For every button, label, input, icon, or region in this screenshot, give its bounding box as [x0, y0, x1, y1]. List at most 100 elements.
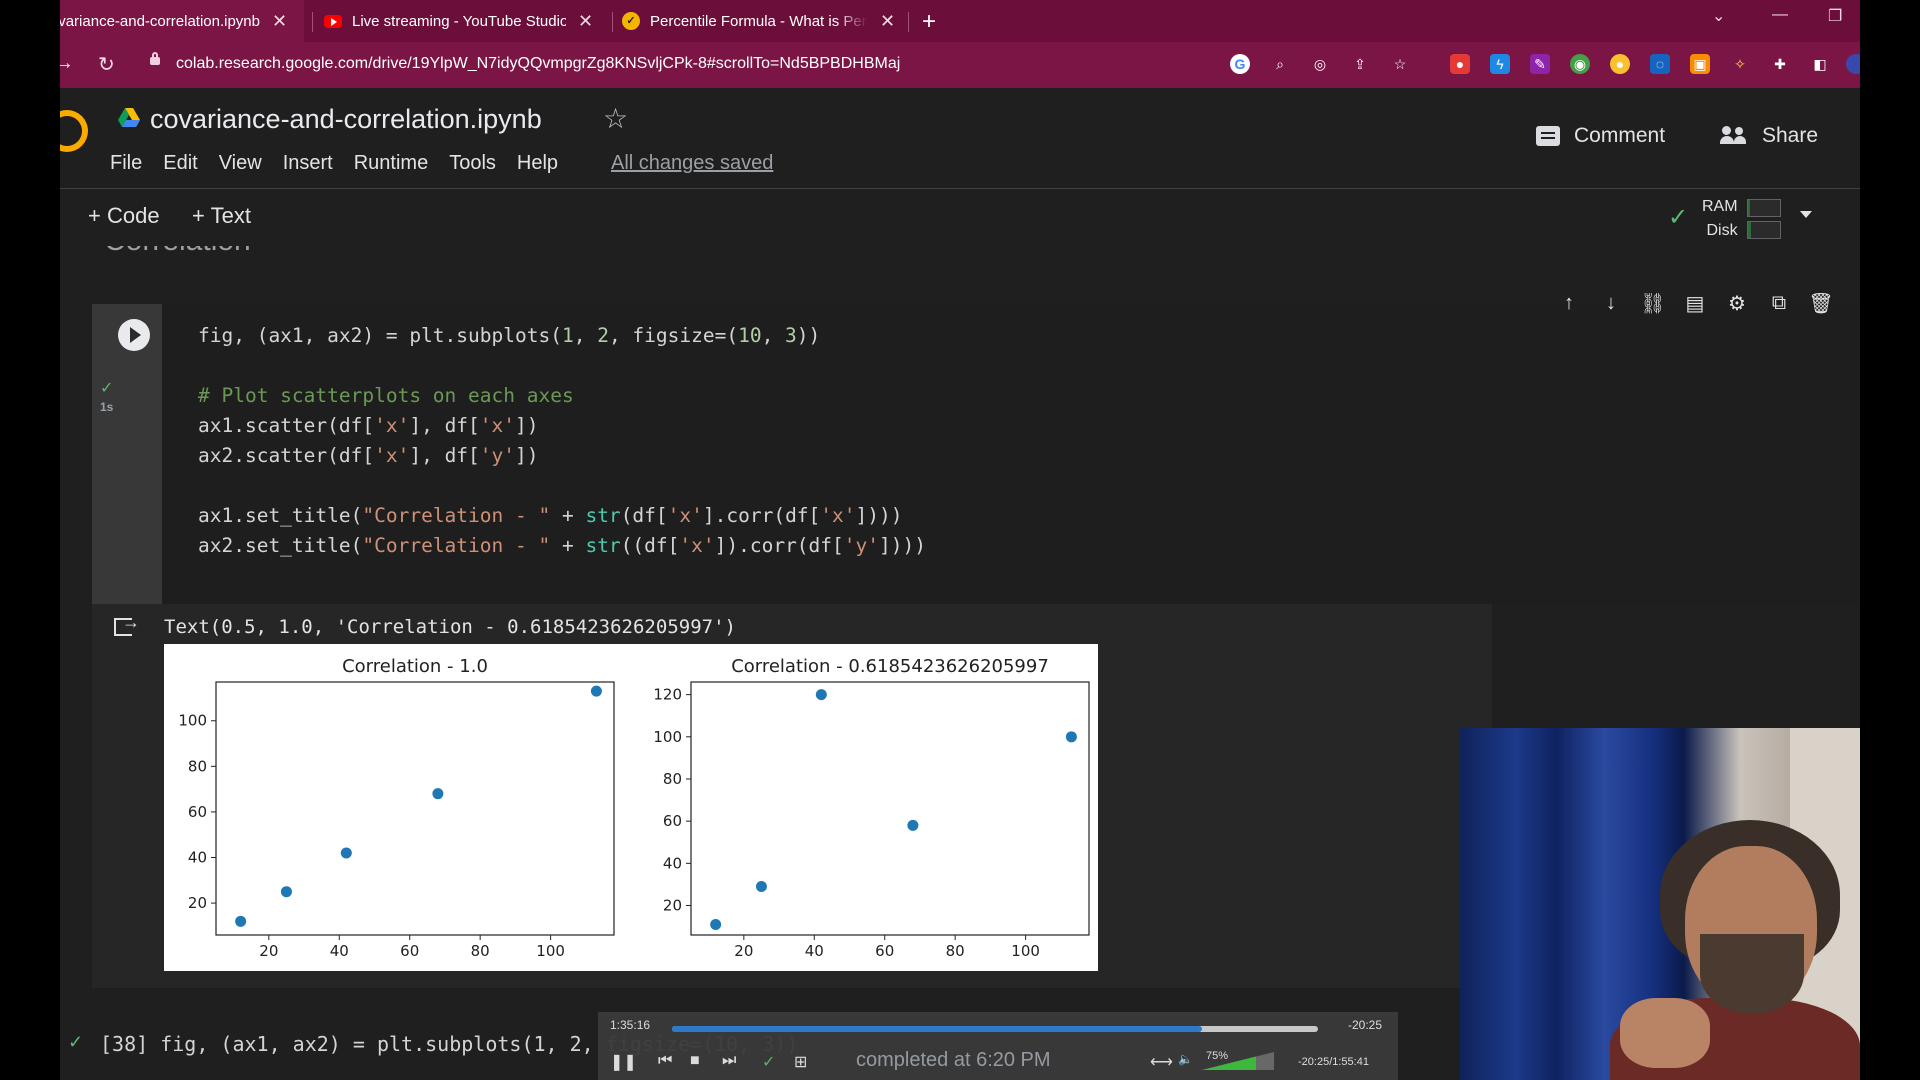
bookmark-star-icon[interactable]: ☆ — [1390, 54, 1410, 74]
link-icon[interactable]: ⛓ — [1632, 291, 1674, 316]
total-time: -20:25/1:55:41 — [1298, 1056, 1369, 1068]
delete-icon[interactable]: 🗑 — [1800, 291, 1842, 316]
settings-gear-icon[interactable]: ⚙ — [1716, 291, 1758, 316]
colab-logo[interactable] — [60, 110, 88, 152]
ram-usage-fill — [1748, 200, 1750, 216]
comment-button[interactable]: Comment — [1536, 124, 1665, 148]
close-tab-icon[interactable]: ✕ — [272, 11, 287, 32]
share-button[interactable]: Share — [1720, 124, 1818, 148]
section-heading: Correlation — [104, 246, 251, 258]
close-tab-icon[interactable]: ✕ — [880, 11, 895, 32]
menu-runtime[interactable]: Runtime — [354, 152, 428, 175]
star-icon[interactable]: ☆ — [603, 102, 628, 135]
ram-label: RAM — [1702, 198, 1738, 215]
extension-bolt-icon[interactable]: ϟ — [1490, 54, 1510, 74]
ram-usage-bar — [1747, 199, 1781, 217]
status-text: completed at 6:20 PM — [856, 1049, 1051, 1071]
settings-grid-icon[interactable]: ⊞ — [794, 1052, 807, 1072]
y-tick-label: 80 — [188, 757, 207, 775]
menu-view[interactable]: View — [219, 152, 262, 175]
x-tick-label: 60 — [400, 942, 419, 960]
people-icon — [1720, 126, 1748, 146]
extension-sparkle-icon[interactable]: ✧ — [1730, 54, 1750, 74]
share-page-icon[interactable]: ⇪ — [1350, 54, 1370, 74]
move-down-icon[interactable]: ↓ — [1590, 292, 1632, 315]
y-tick-label: 100 — [178, 712, 207, 730]
profile-avatar[interactable] — [1846, 54, 1860, 74]
add-code-button[interactable]: + Code — [88, 203, 160, 229]
extensions-puzzle-icon[interactable]: ✚ — [1770, 54, 1790, 74]
elapsed-time: 1:35:16 — [610, 1018, 651, 1032]
x-tick-label: 40 — [805, 942, 824, 960]
y-tick-label: 40 — [188, 849, 207, 867]
extension-color-icon[interactable]: ● — [1610, 54, 1630, 74]
menu-insert[interactable]: Insert — [283, 152, 333, 175]
y-tick-label: 60 — [188, 803, 207, 821]
menu-help[interactable]: Help — [517, 152, 558, 175]
x-tick-label: 100 — [1011, 942, 1040, 960]
save-status[interactable]: All changes saved — [611, 152, 773, 175]
video-player-bar: 1:35:16 -20:25 ❚❚ ⏮ ■ ⏭ ✓ ⊞ completed at… — [598, 1012, 1398, 1080]
extension-pen-icon[interactable]: ✎ — [1530, 54, 1550, 74]
move-up-icon[interactable]: ↑ — [1548, 292, 1590, 315]
cell-output: Text(0.5, 1.0, 'Correlation - 0.61854236… — [92, 604, 1492, 988]
forward-icon[interactable]: → — [60, 52, 74, 75]
extension-chat-icon[interactable]: ◌ — [1650, 54, 1670, 74]
seek-bar[interactable] — [672, 1026, 1318, 1032]
menu-file[interactable]: File — [110, 152, 142, 175]
code-text[interactable]: fig, (ax1, ax2) = plt.subplots(1, 2, fig… — [198, 321, 926, 561]
code-line: ax1.scatter(df['x'], df['x']) — [198, 414, 539, 437]
y-tick-label: 60 — [663, 812, 682, 830]
fit-width-icon[interactable]: ⟷ — [1150, 1052, 1173, 1072]
side-panel-icon[interactable]: ◧ — [1810, 54, 1830, 74]
extension-box-icon[interactable]: ▣ — [1690, 54, 1710, 74]
comment-cell-icon[interactable]: ▤ — [1674, 291, 1716, 316]
skip-forward-icon[interactable]: ⏭ — [722, 1052, 736, 1070]
scatter-point — [590, 685, 602, 697]
notebook-title[interactable]: covariance-and-correlation.ipynb — [150, 104, 542, 135]
url-text[interactable]: colab.research.google.com/drive/19YlpW_N… — [176, 55, 900, 73]
tab-colab[interactable]: covariance-and-correlation.ipynb ✕ — [60, 0, 304, 42]
disk-usage-fill — [1748, 222, 1752, 238]
mirror-cell-icon[interactable]: ⧉ — [1758, 292, 1800, 315]
tab-percentile[interactable]: ✓ Percentile Formula - What is Percentil… — [622, 0, 912, 42]
x-tick-label: 20 — [259, 942, 278, 960]
menu-edit[interactable]: Edit — [163, 152, 197, 175]
runtime-dropdown-icon[interactable] — [1800, 211, 1812, 218]
omnibox[interactable]: colab.research.google.com/drive/19YlpW_N… — [140, 48, 1280, 82]
extension-globe-icon[interactable]: ◉ — [1570, 54, 1590, 74]
minimize-icon[interactable]: — — [1772, 6, 1788, 24]
reload-icon[interactable]: ↻ — [98, 52, 115, 77]
y-tick-label: 100 — [653, 728, 682, 746]
y-tick-label: 20 — [663, 896, 682, 914]
tab-label: Live streaming - YouTube Studio — [352, 12, 566, 30]
y-tick-label: 40 — [663, 854, 682, 872]
stop-icon[interactable]: ■ — [690, 1052, 700, 1070]
tab-search-chevron-icon[interactable]: ⌄ — [1712, 6, 1725, 26]
seek-fill — [672, 1026, 1202, 1032]
tab-separator — [312, 12, 313, 32]
add-text-button[interactable]: + Text — [192, 203, 251, 229]
restore-icon[interactable]: ❐ — [1828, 6, 1842, 26]
comment-label: Comment — [1574, 124, 1666, 147]
output-actions-icon[interactable] — [114, 612, 140, 636]
eye-off-icon[interactable]: ◎ — [1310, 54, 1330, 74]
skip-back-icon[interactable]: ⏮ — [658, 1052, 672, 1070]
scatter-point — [280, 886, 292, 898]
connected-check-icon: ✓ — [1668, 204, 1689, 231]
new-tab-icon[interactable]: + — [922, 8, 936, 36]
close-tab-icon[interactable]: ✕ — [578, 11, 593, 32]
tab-label: covariance-and-correlation.ipynb — [60, 12, 260, 30]
menu-tools[interactable]: Tools — [449, 152, 496, 175]
extension-red-icon[interactable]: ● — [1450, 54, 1470, 74]
y-tick-label: 20 — [188, 894, 207, 912]
code-cell[interactable]: ✓ 1s fig, (ax1, ax2) = plt.subplots(1, 2… — [92, 304, 1860, 604]
run-cell-button[interactable] — [118, 319, 150, 351]
resource-monitor[interactable]: RAM Disk — [1702, 195, 1738, 243]
pause-icon[interactable]: ❚❚ — [610, 1052, 637, 1072]
browser-window: covariance-and-correlation.ipynb ✕ Live … — [60, 0, 1860, 1080]
plot-axes-frame — [690, 681, 1090, 936]
speaker-icon[interactable]: 🔈 — [1178, 1052, 1193, 1066]
zoom-icon[interactable]: ⌕ — [1270, 54, 1290, 74]
google-icon[interactable]: G — [1230, 54, 1250, 74]
